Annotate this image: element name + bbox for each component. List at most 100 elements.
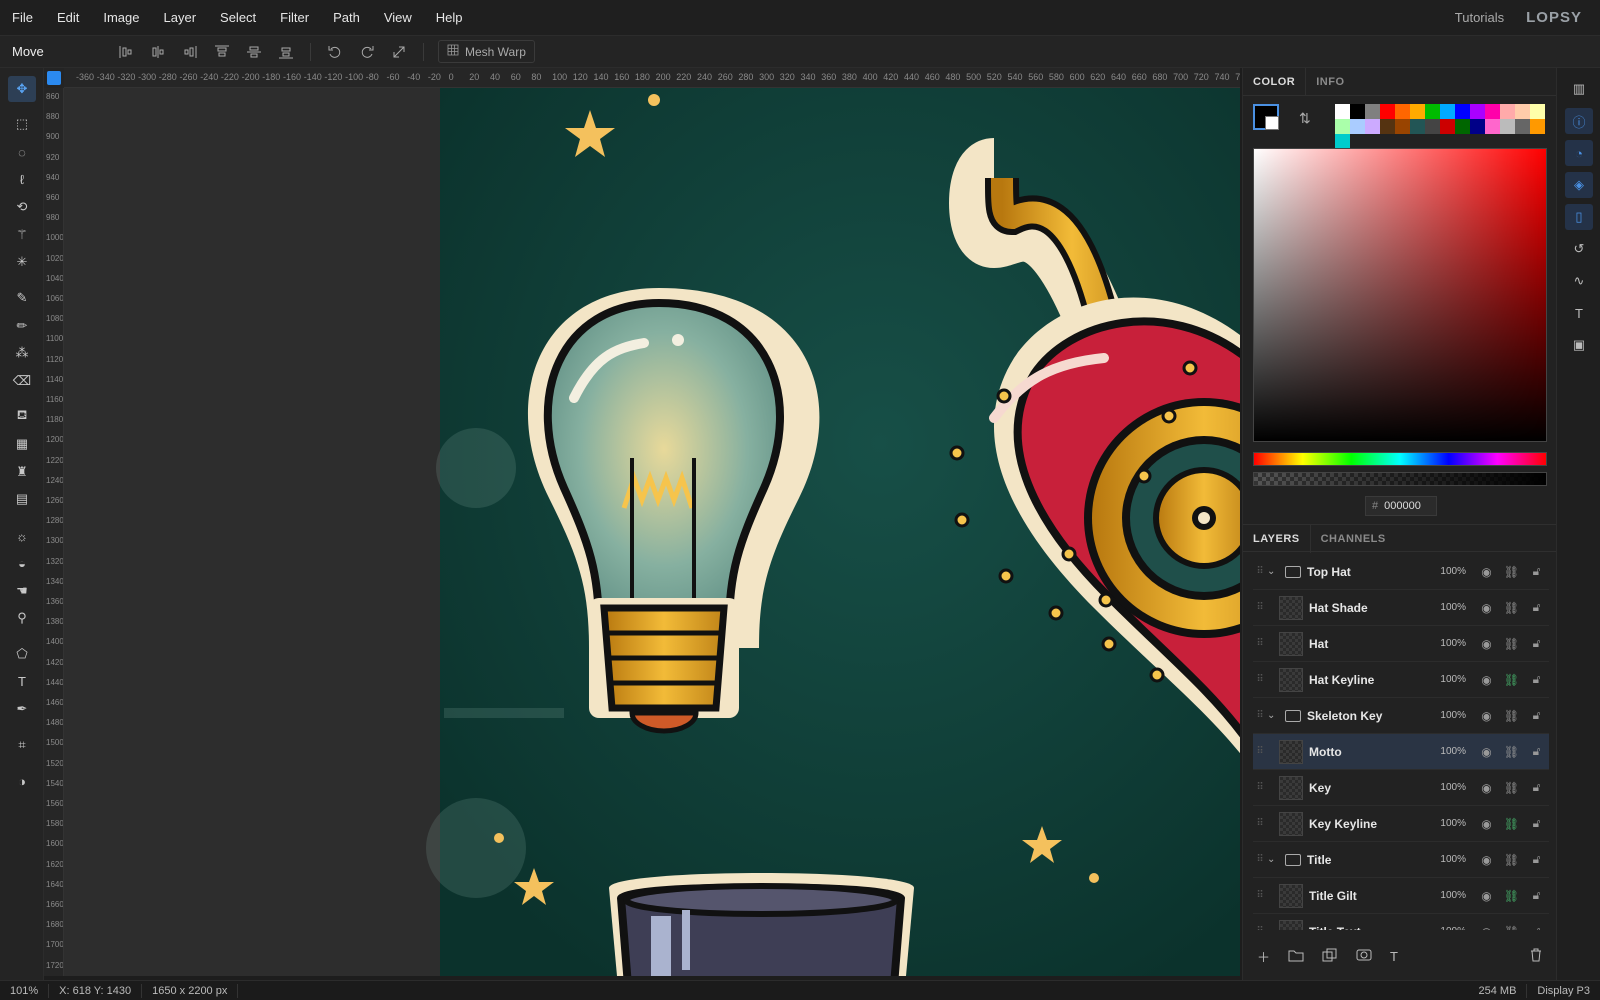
vertical-ruler[interactable]: 860 880 900 920 940 960 980 1000 1020 1040 1060 108… xyxy=(44,88,64,976)
palette-swatch[interactable] xyxy=(1350,119,1365,134)
menu-view[interactable]: View xyxy=(372,10,424,25)
menu-path[interactable]: Path xyxy=(321,10,372,25)
layer-row[interactable]: ⠿ Hat Keyline 100% ◉ ⛓ 🔓︎ xyxy=(1253,662,1549,698)
eye-icon[interactable]: ◉ xyxy=(1474,709,1499,723)
layer-row[interactable]: ⠿ Key 100% ◉ ⛓ 🔓︎ xyxy=(1253,770,1549,806)
palette-swatch[interactable] xyxy=(1455,119,1470,134)
info-icon[interactable]: ⓘ xyxy=(1565,108,1593,134)
chevron-down-icon[interactable]: ⌄ xyxy=(1267,710,1281,721)
palette-icon[interactable]: ◔ xyxy=(1565,140,1593,166)
columns-icon[interactable]: ▯ xyxy=(1565,204,1593,230)
eye-icon[interactable]: ◉ xyxy=(1474,925,1499,931)
tab-info[interactable]: INFO xyxy=(1306,68,1354,96)
ruler-corner[interactable] xyxy=(44,68,64,88)
palette-swatch[interactable] xyxy=(1425,104,1440,119)
gradient-icon[interactable]: ▦ xyxy=(8,431,36,457)
rotate-ccw-icon[interactable] xyxy=(319,40,351,64)
eye-icon[interactable]: ◉ xyxy=(1474,781,1499,795)
lock-icon[interactable]: 🔓︎ xyxy=(1524,924,1549,930)
drag-handle-icon[interactable]: ⠿ xyxy=(1253,602,1267,613)
ellipse-select-icon[interactable]: ◌ xyxy=(8,139,36,165)
document-canvas[interactable] xyxy=(64,88,1240,976)
curve-icon[interactable]: ∿ xyxy=(1565,268,1593,294)
smudge-icon[interactable]: ☚ xyxy=(8,578,36,604)
lock-icon[interactable]: 🔓︎ xyxy=(1524,600,1549,615)
menu-select[interactable]: Select xyxy=(208,10,268,25)
palette-swatch[interactable] xyxy=(1515,104,1530,119)
palette-swatch[interactable] xyxy=(1470,104,1485,119)
layer-opacity[interactable]: 100% xyxy=(1426,854,1466,865)
quick-select-icon[interactable]: ✳ xyxy=(8,249,36,275)
layer-opacity[interactable]: 100% xyxy=(1426,566,1466,577)
drag-handle-icon[interactable]: ⠿ xyxy=(1253,782,1267,793)
hue-slider[interactable] xyxy=(1253,452,1547,466)
palette-swatch[interactable] xyxy=(1395,104,1410,119)
palette-swatch[interactable] xyxy=(1440,104,1455,119)
drag-handle-icon[interactable]: ⠿ xyxy=(1253,566,1267,577)
palette-swatch[interactable] xyxy=(1425,119,1440,134)
lock-icon[interactable]: 🔓︎ xyxy=(1524,672,1549,687)
eye-icon[interactable]: ◉ xyxy=(1474,817,1499,831)
lock-icon[interactable]: 🔓︎ xyxy=(1524,708,1549,723)
alpha-slider[interactable] xyxy=(1253,472,1547,486)
history-icon[interactable]: ↺ xyxy=(1565,236,1593,262)
eye-icon[interactable]: ◉ xyxy=(1474,853,1499,867)
background-color-swatch[interactable] xyxy=(1265,116,1279,130)
new-group-icon[interactable] xyxy=(1288,948,1304,965)
tab-color[interactable]: COLOR xyxy=(1243,67,1307,96)
contrast-icon[interactable]: ◑ xyxy=(8,768,36,794)
align-right-icon[interactable] xyxy=(174,40,206,64)
lock-icon[interactable]: 🔓︎ xyxy=(1524,636,1549,651)
chevron-down-icon[interactable]: ⌄ xyxy=(1267,854,1281,865)
tutorials-link[interactable]: Tutorials xyxy=(1455,10,1504,25)
align-bottom-icon[interactable] xyxy=(270,40,302,64)
layer-group-row[interactable]: ⠿ ⌄ Skeleton Key 100% ◉ ⛓ 🔓︎ xyxy=(1253,698,1549,734)
image-edit-icon[interactable]: ▣ xyxy=(1565,332,1593,358)
link-icon[interactable]: ⛓ xyxy=(1499,853,1524,867)
palette-swatch[interactable] xyxy=(1395,119,1410,134)
eye-icon[interactable]: ◉ xyxy=(1474,889,1499,903)
palette-swatch[interactable] xyxy=(1500,104,1515,119)
link-icon[interactable]: ⛓ xyxy=(1499,781,1524,795)
lock-icon[interactable]: 🔓︎ xyxy=(1524,852,1549,867)
palette-swatch[interactable] xyxy=(1485,119,1500,134)
layer-row[interactable]: ⠿ Hat 100% ◉ ⛓ 🔓︎ xyxy=(1253,626,1549,662)
menu-file[interactable]: File xyxy=(0,10,45,25)
link-icon[interactable]: ⛓ xyxy=(1499,889,1524,903)
paint-bucket-icon[interactable]: ⛾ xyxy=(8,403,36,429)
layer-opacity[interactable]: 100% xyxy=(1426,710,1466,721)
layer-row[interactable]: ⠿ Title Gilt 100% ◉ ⛓ 🔓︎ xyxy=(1253,878,1549,914)
layers-icon[interactable]: ◈ xyxy=(1565,172,1593,198)
palette-swatch[interactable] xyxy=(1365,104,1380,119)
dodge-icon[interactable]: ☼ xyxy=(8,523,36,549)
palette-swatch[interactable] xyxy=(1500,119,1515,134)
palette-swatch[interactable] xyxy=(1455,104,1470,119)
drag-handle-icon[interactable]: ⠿ xyxy=(1253,890,1267,901)
magnetic-lasso-icon[interactable]: ⟲ xyxy=(8,194,36,220)
text-layer-icon[interactable]: T xyxy=(1390,949,1398,964)
align-top-icon[interactable] xyxy=(206,40,238,64)
menu-help[interactable]: Help xyxy=(424,10,475,25)
delete-layer-icon[interactable] xyxy=(1529,948,1543,965)
layer-row[interactable]: ⠿ Hat Shade 100% ◉ ⛓ 🔓︎ xyxy=(1253,590,1549,626)
layer-row[interactable]: ⠿ Key Keyline 100% ◉ ⛓ 🔓︎ xyxy=(1253,806,1549,842)
palette-swatch[interactable] xyxy=(1485,104,1500,119)
palette-swatch[interactable] xyxy=(1410,119,1425,134)
layer-group-row[interactable]: ⠿ ⌄ Top Hat 100% ◉ ⛓ 🔓︎ xyxy=(1253,554,1549,590)
eye-icon[interactable]: ◉ xyxy=(1474,745,1499,759)
palette-swatch[interactable] xyxy=(1335,134,1350,149)
eyedropper-icon[interactable]: ⚲ xyxy=(8,605,36,631)
layer-opacity[interactable]: 100% xyxy=(1426,638,1466,649)
clone-stamp-icon[interactable]: ♜ xyxy=(8,459,36,485)
swap-colors-icon[interactable]: ⇅ xyxy=(1299,110,1311,127)
link-icon[interactable]: ⛓ xyxy=(1499,673,1524,687)
layer-row[interactable]: ⠿ Title Text100% ◉⛓🔓︎ xyxy=(1253,914,1549,930)
palette-swatch[interactable] xyxy=(1335,119,1350,134)
duplicate-layer-icon[interactable] xyxy=(1322,948,1338,965)
eraser-icon[interactable]: ⌫ xyxy=(8,368,36,394)
eye-icon[interactable]: ◉ xyxy=(1474,637,1499,651)
palette-swatch[interactable] xyxy=(1350,104,1365,119)
mask-icon[interactable] xyxy=(1356,948,1372,965)
layer-opacity[interactable]: 100% xyxy=(1426,602,1466,613)
horizontal-ruler[interactable]: -360 -340 -320 -300 -280 -260 -240 -220 -200 -180… xyxy=(64,68,1240,88)
